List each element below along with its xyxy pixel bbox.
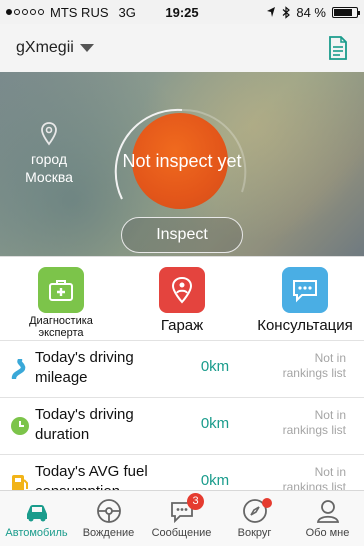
action-label: Гараж <box>160 317 204 334</box>
tab-car[interactable]: Автомобиль <box>0 491 73 546</box>
road-icon <box>11 359 26 379</box>
stat-rank: Not in rankings list <box>282 351 346 380</box>
stat-label: Today's driving mileage <box>35 349 134 386</box>
expert-diagnostics-button[interactable]: Диагностика эксперта <box>16 267 106 339</box>
car-icon <box>26 505 47 522</box>
notification-dot <box>262 498 272 508</box>
action-label: Диагностика эксперта <box>29 315 93 339</box>
tab-profile[interactable]: Обо мне <box>291 491 364 546</box>
action-icon-bg <box>159 267 205 313</box>
status-bar: MTS RUS 3G 19:25 84 % <box>0 0 364 24</box>
action-icon-bg <box>282 267 328 313</box>
document-icon[interactable] <box>328 36 348 60</box>
steering-wheel-icon <box>96 499 121 523</box>
action-icon-bg <box>38 267 84 313</box>
stat-rank: Not in rankings list <box>282 465 346 490</box>
app-header: gXmegii <box>0 24 364 72</box>
inspection-panel: город Москва Not inspect yet Inspect <box>0 72 364 256</box>
stat-rank: Not in rankings list <box>282 408 346 437</box>
bottom-tab-bar: Автомобиль Вождение 3 Сообщение Вокруг О… <box>0 490 364 546</box>
tab-label: Сообщение <box>151 527 212 539</box>
user-selector[interactable]: gXmegii <box>16 39 94 57</box>
stat-value: 0km <box>200 472 230 489</box>
signal-strength-icon <box>6 9 44 15</box>
stat-label: Today's AVG fuel consumption <box>35 463 148 490</box>
consultation-button[interactable]: Консультация <box>248 267 362 334</box>
stat-row-duration[interactable]: Today's driving duration 0km Not in rank… <box>0 397 364 454</box>
chat-icon <box>293 280 317 303</box>
network-type: 3G <box>118 4 136 20</box>
stat-row-mileage[interactable]: Today's driving mileage 0km Not in ranki… <box>0 340 364 397</box>
driving-stats-list: Today's driving mileage 0km Not in ranki… <box>0 340 364 490</box>
garage-icon <box>171 276 193 304</box>
tab-label: Вождение <box>82 527 135 539</box>
stat-value: 0km <box>200 358 230 375</box>
chevron-down-icon <box>79 43 94 52</box>
fuel-icon <box>12 475 28 490</box>
garage-button[interactable]: Гараж <box>136 267 228 334</box>
location-arrow-icon <box>267 7 276 17</box>
tab-driving[interactable]: Вождение <box>72 491 145 546</box>
tab-messages[interactable]: 3 Сообщение <box>145 491 218 546</box>
stat-value: 0km <box>200 415 230 432</box>
action-label: Консультация <box>257 317 353 334</box>
person-icon <box>316 500 339 523</box>
inspect-button[interactable]: Inspect <box>121 217 243 253</box>
quick-actions: Диагностика эксперта Гараж Консультация <box>0 256 364 340</box>
tab-label: Автомобиль <box>5 527 68 539</box>
tab-around[interactable]: Вокруг <box>218 491 291 546</box>
tab-label: Вокруг <box>237 527 272 539</box>
location-pin-icon <box>41 122 57 146</box>
clock-icon <box>11 417 29 435</box>
user-name: gXmegii <box>16 39 74 56</box>
stat-row-fuel[interactable]: Today's AVG fuel consumption 0km Not in … <box>0 454 364 490</box>
battery-icon <box>332 6 360 18</box>
inspection-status: Not inspect yet <box>122 151 242 171</box>
battery-percent: 84 % <box>296 4 326 20</box>
unread-badge: 3 <box>187 493 204 510</box>
carrier-name: MTS RUS <box>50 4 109 20</box>
stat-label: Today's driving duration <box>35 406 134 443</box>
bluetooth-icon <box>282 5 291 19</box>
tab-label: Обо мне <box>305 527 350 539</box>
medkit-icon <box>49 280 73 301</box>
